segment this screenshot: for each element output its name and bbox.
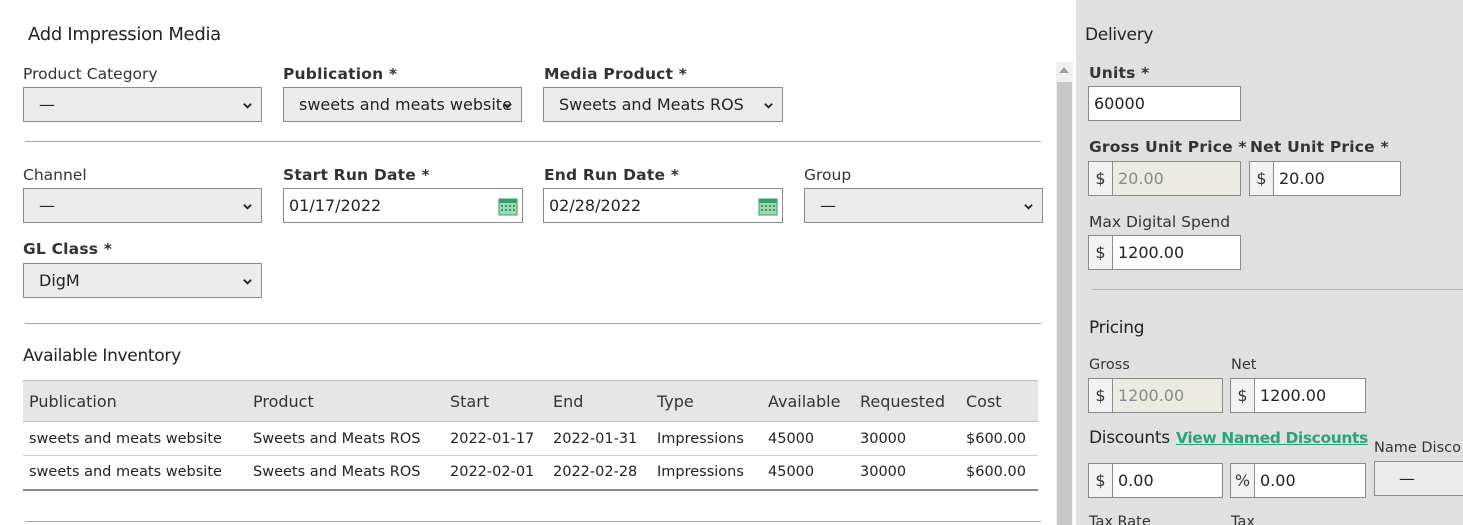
chevron-down-icon — [1024, 204, 1033, 210]
media-form-panel: Add Impression Media Product Category — … — [0, 0, 1076, 525]
table-cell: 2022-02-01 — [444, 455, 547, 491]
net-unit-price-input[interactable]: $ 20.00 — [1249, 161, 1401, 196]
discounts-heading: Discounts — [1089, 428, 1170, 448]
end-run-date-label: End Run Date * — [544, 166, 680, 184]
column-header[interactable]: Requested — [854, 380, 960, 422]
view-named-discounts-link[interactable]: View Named Discounts — [1176, 429, 1368, 447]
table-header-row: Publication Product Start End Type Avail… — [23, 380, 1038, 422]
channel-label: Channel — [23, 166, 87, 184]
max-digital-spend-label: Max Digital Spend — [1089, 213, 1231, 231]
available-inventory-heading: Available Inventory — [23, 346, 181, 366]
gl-class-label: GL Class * — [23, 240, 113, 258]
table-cell: 2022-01-31 — [547, 421, 651, 456]
gross-unit-price-input: $ 20.00 — [1088, 161, 1241, 196]
start-run-date-input[interactable]: 01/17/2022 — [283, 188, 523, 223]
divider — [25, 323, 1041, 324]
table-cell: 45000 — [762, 455, 854, 491]
divider — [1092, 289, 1463, 290]
named-discount-select[interactable]: — — [1374, 461, 1463, 496]
net-input[interactable]: $ 1200.00 — [1230, 378, 1366, 413]
chevron-down-icon — [243, 279, 252, 285]
channel-select[interactable]: — — [23, 188, 262, 223]
units-label: Units * — [1089, 64, 1150, 82]
calendar-icon[interactable] — [758, 196, 778, 216]
tax-label: Tax — [1231, 514, 1255, 525]
table-cell: 30000 — [854, 421, 960, 456]
publication-select[interactable]: sweets and meats website — [283, 87, 522, 122]
inventory-table: Publication Product Start End Type Avail… — [23, 380, 1038, 491]
dialog-title: Add Impression Media — [28, 24, 221, 45]
column-header[interactable]: Product — [247, 380, 444, 422]
chevron-down-icon — [503, 103, 512, 109]
calendar-icon[interactable] — [498, 196, 518, 216]
table-cell: $600.00 — [960, 455, 1038, 491]
gl-class-select[interactable]: DigM — [23, 263, 262, 298]
column-header[interactable]: Publication — [23, 380, 247, 422]
table-row[interactable]: sweets and meats website Sweets and Meat… — [23, 421, 1038, 456]
discount-amount-input[interactable]: $ 0.00 — [1088, 463, 1223, 498]
table-cell: sweets and meats website — [23, 455, 247, 491]
table-cell: Sweets and Meats ROS — [247, 455, 444, 491]
table-cell: Sweets and Meats ROS — [247, 421, 444, 456]
media-product-label: Media Product * — [544, 65, 688, 83]
net-label: Net — [1231, 357, 1257, 373]
units-input[interactable]: 60000 — [1088, 86, 1241, 121]
gross-unit-price-label: Gross Unit Price * — [1089, 138, 1247, 156]
chevron-down-icon — [764, 103, 773, 109]
end-run-date-input[interactable]: 02/28/2022 — [543, 188, 783, 223]
table-cell: 30000 — [854, 455, 960, 491]
name-discount-label: Name Disco — [1374, 440, 1461, 456]
column-header[interactable]: Start — [444, 380, 547, 422]
start-run-date-label: Start Run Date * — [283, 166, 430, 184]
gross-input: $ 1200.00 — [1088, 378, 1223, 413]
table-cell: 45000 — [762, 421, 854, 456]
table-cell: 2022-01-17 — [444, 421, 547, 456]
table-cell: Impressions — [651, 421, 762, 456]
divider — [25, 141, 1041, 142]
pricing-heading: Pricing — [1089, 318, 1145, 338]
table-cell: sweets and meats website — [23, 421, 247, 456]
group-label: Group — [804, 166, 852, 184]
net-unit-price-label: Net Unit Price * — [1250, 138, 1389, 156]
table-cell: $600.00 — [960, 421, 1038, 456]
column-header[interactable]: Cost — [960, 380, 1038, 422]
table-cell: 2022-02-28 — [547, 455, 651, 491]
delivery-heading: Delivery — [1085, 25, 1154, 45]
chevron-down-icon — [243, 204, 252, 210]
column-header[interactable]: End — [547, 380, 651, 422]
product-category-select[interactable]: — — [23, 87, 262, 122]
scrollbar-thumb[interactable] — [1057, 82, 1072, 525]
chevron-down-icon — [243, 103, 252, 109]
group-select[interactable]: — — [804, 188, 1043, 223]
tax-rate-label: Tax Rate — [1089, 514, 1151, 525]
media-product-select[interactable]: Sweets and Meats ROS — [543, 87, 783, 122]
discount-percent-input[interactable]: % 0.00 — [1230, 463, 1366, 498]
vertical-scrollbar[interactable] — [1056, 62, 1073, 525]
publication-label: Publication * — [283, 65, 398, 83]
table-row[interactable]: sweets and meats website Sweets and Meat… — [23, 455, 1038, 491]
gross-label: Gross — [1089, 357, 1130, 373]
column-header[interactable]: Available — [762, 380, 854, 422]
divider — [25, 521, 1041, 522]
product-category-label: Product Category — [23, 65, 158, 83]
column-header[interactable]: Type — [651, 380, 762, 422]
max-digital-spend-input[interactable]: $ 1200.00 — [1088, 235, 1241, 270]
scroll-up-arrow-icon[interactable] — [1059, 67, 1069, 73]
table-cell: Impressions — [651, 455, 762, 491]
delivery-panel: Delivery Units * 60000 Gross Unit Price … — [1076, 0, 1463, 525]
